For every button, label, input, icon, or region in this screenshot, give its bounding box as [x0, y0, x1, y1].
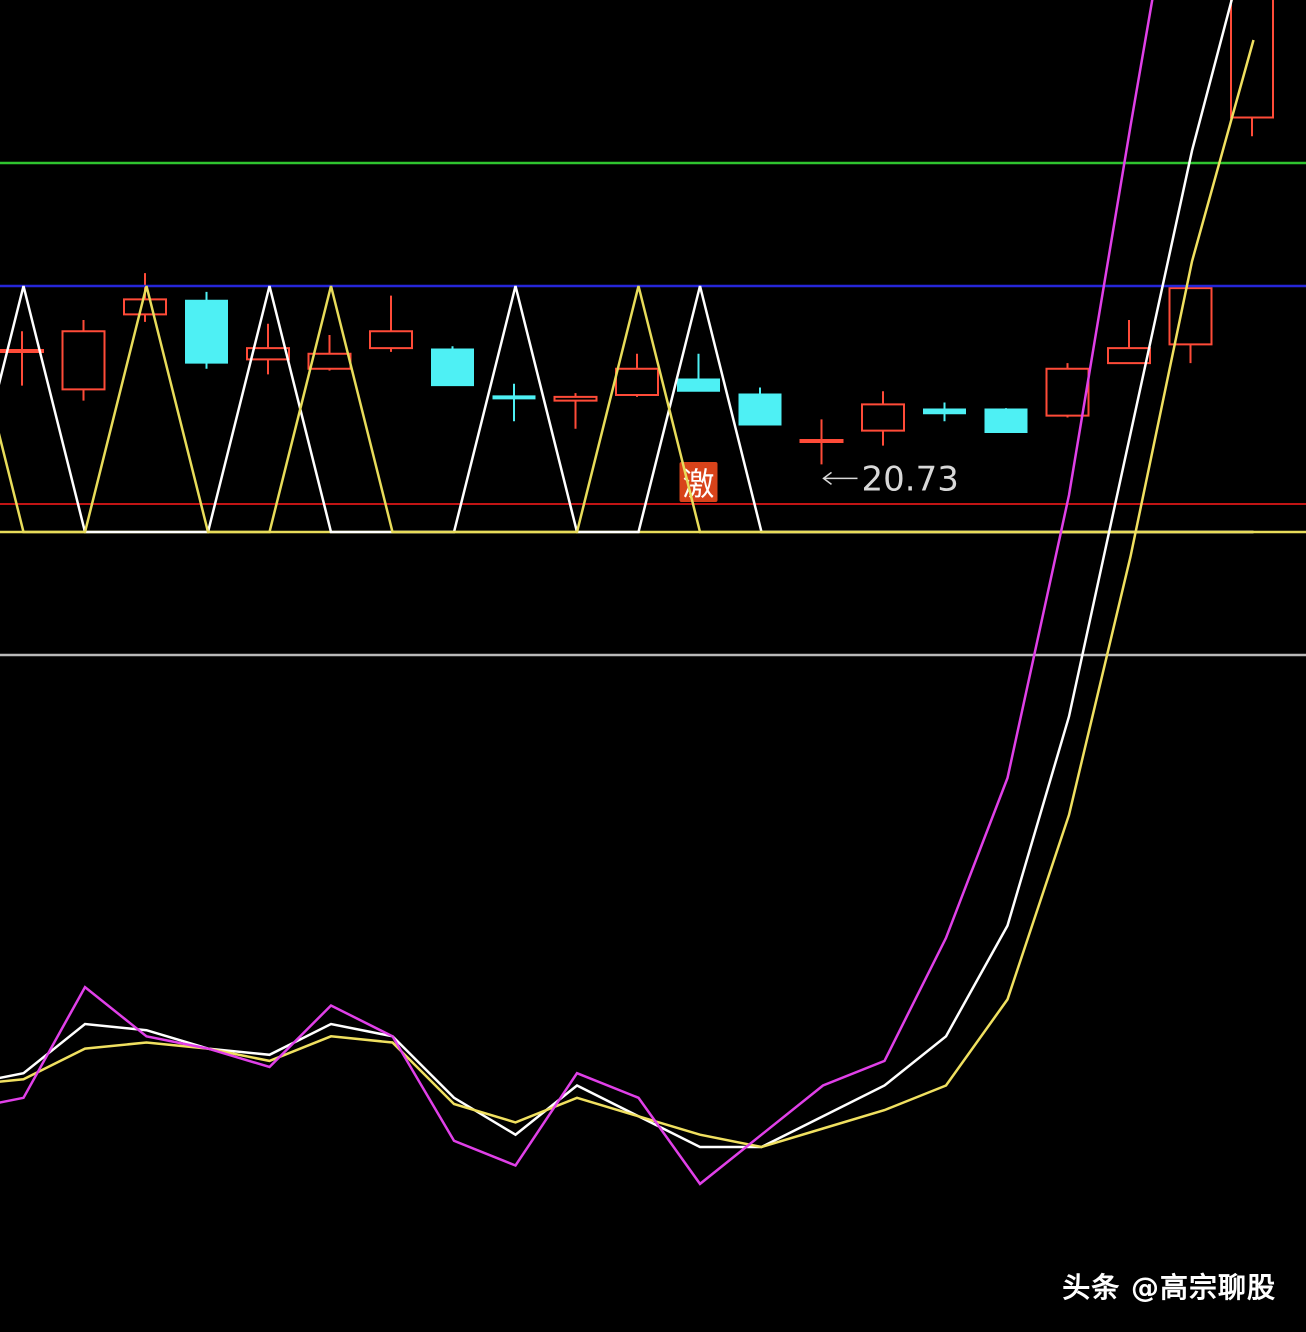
candle [923, 402, 966, 422]
low-price-annotation: 20.73 [822, 459, 959, 499]
candle [615, 353, 659, 397]
candle [431, 346, 474, 387]
candle-body [185, 299, 228, 364]
candle [492, 383, 536, 422]
candle-body [553, 395, 598, 402]
candle [553, 393, 598, 429]
candle-body [677, 378, 720, 392]
candle-body [738, 393, 782, 426]
candle-body [369, 330, 413, 350]
candle-body [861, 403, 905, 432]
candle-body [923, 408, 966, 415]
candle-body [1107, 347, 1151, 365]
candle [984, 408, 1028, 433]
candle-body [61, 330, 106, 391]
candle [1168, 287, 1213, 364]
indicator-series-line [0, 39, 1255, 1149]
candle-body [431, 348, 474, 387]
candle [1230, 0, 1274, 137]
indicator-panel [0, 0, 1306, 1186]
low-price-label: 20.73 [862, 459, 959, 499]
indicator-series-line [0, 0, 1233, 1149]
candle-body [615, 367, 659, 396]
candle [61, 320, 106, 401]
candle-body [799, 439, 844, 443]
candle [738, 387, 782, 426]
candle [369, 295, 413, 352]
candle [677, 353, 720, 392]
candle [799, 419, 844, 465]
candle-body [492, 395, 536, 400]
candle-body [984, 408, 1028, 433]
candle-body [307, 352, 352, 370]
candle-body [123, 298, 167, 316]
watermark: 头条 @高宗聊股 [1062, 1271, 1276, 1304]
indicator-series-line [0, 0, 1154, 1186]
candle [123, 273, 167, 322]
candle [861, 391, 905, 446]
candle [1107, 320, 1151, 365]
chart: 20.73激 [0, 0, 1306, 1186]
candle [185, 291, 228, 369]
